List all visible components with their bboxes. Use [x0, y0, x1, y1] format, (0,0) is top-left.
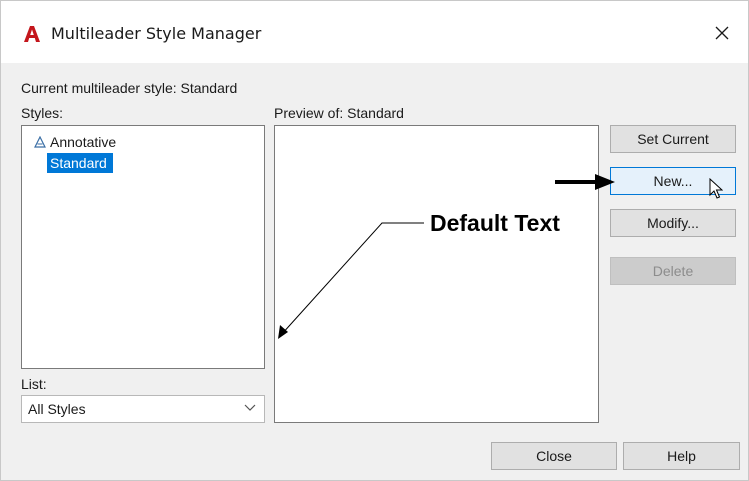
title-bar: Multileader Style Manager: [1, 1, 748, 63]
window-title: Multileader Style Manager: [51, 24, 262, 43]
modify-button[interactable]: Modify...: [610, 209, 736, 237]
preview-leader-line: [278, 222, 424, 339]
chevron-down-icon: [244, 404, 256, 411]
set-current-button[interactable]: Set Current: [610, 125, 736, 153]
annotative-icon: [34, 136, 46, 148]
style-item-label: Standard: [47, 153, 113, 173]
arrow-right-icon: [555, 174, 615, 190]
styles-list[interactable]: Annotative Standard: [21, 125, 265, 369]
multileader-style-manager-dialog: Multileader Style Manager Current multil…: [0, 0, 749, 481]
mouse-pointer-icon: [709, 178, 723, 199]
list-filter-label: List:: [21, 376, 47, 392]
close-button[interactable]: Close: [491, 442, 617, 470]
preview-sample-text: Default Text: [430, 210, 560, 236]
style-item-label: Annotative: [50, 134, 117, 150]
help-button[interactable]: Help: [623, 442, 740, 470]
style-item-standard[interactable]: Standard: [34, 153, 113, 173]
list-filter-dropdown[interactable]: All Styles: [21, 395, 265, 423]
close-icon: [715, 26, 729, 40]
styles-label: Styles:: [21, 105, 64, 121]
style-item-annotative[interactable]: Annotative: [34, 132, 116, 152]
delete-button[interactable]: Delete: [610, 257, 736, 285]
list-filter-value: All Styles: [28, 401, 86, 417]
preview-label: Preview of: Standard: [274, 105, 404, 121]
close-window-button[interactable]: [708, 19, 736, 47]
current-style-label: Current multileader style: Standard: [21, 80, 238, 96]
autocad-a-icon: [24, 26, 40, 42]
